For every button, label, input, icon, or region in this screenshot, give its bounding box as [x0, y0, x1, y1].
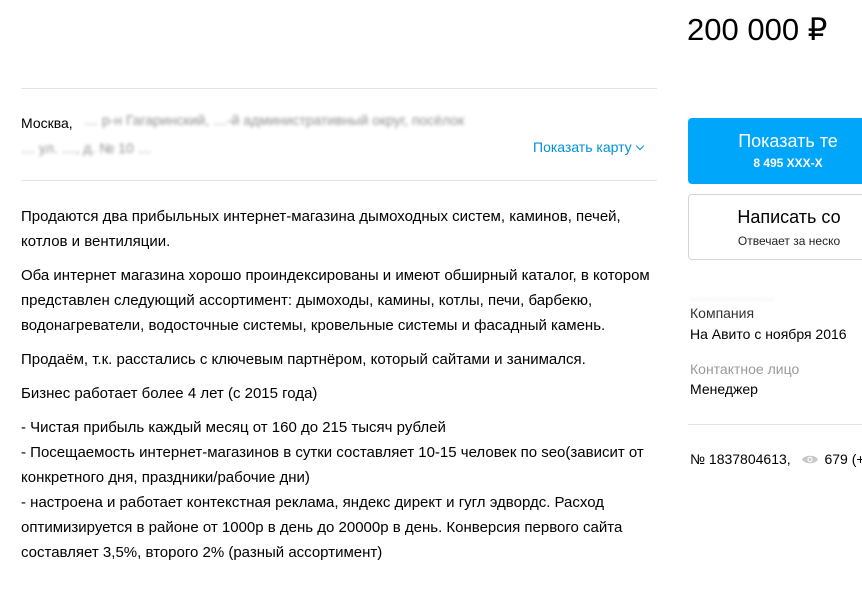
eye-icon — [801, 455, 818, 464]
seller-type: Компания — [690, 305, 755, 321]
write-message-label: Написать со — [737, 207, 841, 227]
seller-name-redacted[interactable]: ………………… — [690, 289, 774, 303]
view-count: 679 (+ — [824, 451, 862, 467]
address-line1-redacted: … р-н Гагаринский, …-й административный … — [84, 112, 465, 128]
divider-address — [21, 180, 657, 181]
show-map-label: Показать карту — [533, 139, 632, 155]
show-map-link[interactable]: Показать карту — [533, 139, 644, 155]
listing-number: № 1837804613, — [690, 451, 791, 467]
show-phone-label: Показать те — [738, 131, 838, 151]
chevron-down-icon — [635, 141, 644, 151]
description-paragraph: Продаём, т.к. расстались с ключевым парт… — [21, 351, 586, 368]
description-paragraph: Оба интернет магазина хорошо проиндексир… — [21, 267, 650, 334]
address-line2-redacted: … ул. …, д. № 10 … — [21, 140, 152, 156]
listing-meta: № 1837804613, 679 (+ — [690, 451, 862, 467]
show-phone-button[interactable]: Показать те 8 495 XXX-X — [688, 118, 862, 184]
response-time: Отвечает за неско — [737, 234, 841, 248]
contact-value: Менеджер — [690, 381, 758, 397]
price: 200 000 ₽ — [687, 12, 828, 47]
description-paragraph: Бизнес работает более 4 лет (с 2015 года… — [21, 385, 318, 402]
seller-since: На Авито с ноября 2016 — [690, 326, 847, 342]
write-message-button[interactable]: Написать со Отвечает за неско — [688, 194, 862, 260]
address-city: Москва, — [21, 115, 73, 131]
phone-masked: 8 495 XXX-X — [753, 156, 823, 170]
divider-top — [21, 88, 657, 89]
description-paragraph: Продаются два прибыльных интернет-магази… — [21, 208, 621, 250]
divider-right — [688, 424, 862, 425]
contact-label: Контактное лицо — [690, 361, 800, 377]
description-list: - Чистая прибыль каждый месяц от 160 до … — [21, 419, 644, 561]
description: Продаются два прибыльных интернет-магази… — [21, 204, 661, 574]
